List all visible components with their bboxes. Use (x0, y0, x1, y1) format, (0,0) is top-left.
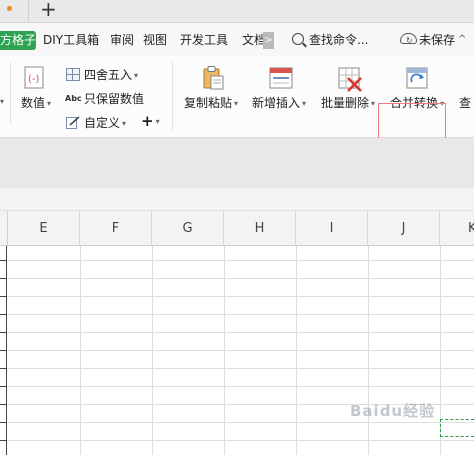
tab-diy-toolbox[interactable]: DIY工具箱 (43, 32, 99, 48)
cell-border (0, 422, 7, 423)
caret-icon: ▾ (0, 97, 5, 106)
round-label: 四舍五入 (84, 68, 133, 82)
caret-icon: ▾ (234, 98, 239, 108)
cell-border (0, 440, 7, 441)
tab-developer-tools[interactable]: 开发工具 (180, 32, 228, 48)
column-header-i[interactable]: I (296, 211, 368, 246)
caret-icon: ▾ (134, 70, 139, 80)
cell-border (0, 368, 7, 369)
insert-button[interactable]: 新增插入 ▾ (252, 95, 306, 112)
custom-edit-icon (66, 116, 80, 129)
copy-paste-button[interactable]: 复制粘贴 ▾ (184, 95, 238, 112)
save-status[interactable]: 未保存 (419, 32, 455, 48)
more-tabs-button[interactable]: > (263, 32, 274, 49)
gridline (0, 314, 474, 315)
tab-strip: + (0, 0, 474, 23)
batch-delete-button[interactable]: 批量删除 ▾ (321, 95, 375, 112)
tab-view[interactable]: 视图 (143, 32, 167, 48)
gridline (0, 278, 474, 279)
caret-icon: ▾ (155, 116, 160, 126)
tab-divider (28, 0, 29, 22)
ribbon-divider (172, 62, 173, 130)
unsaved-dot-icon (7, 6, 12, 11)
gridline (0, 260, 474, 261)
batch-delete-label: 批量删除 (321, 96, 370, 110)
tab-document[interactable]: 文档 (242, 32, 263, 48)
column-header-g[interactable]: G (152, 211, 224, 246)
cell-border (0, 386, 7, 387)
insert-icon[interactable] (268, 66, 294, 90)
custom-button[interactable]: 自定义 ▾ (84, 115, 126, 132)
search-icon[interactable] (292, 33, 304, 45)
cell-border (0, 350, 7, 351)
insert-label: 新增插入 (252, 96, 301, 110)
cell-border (0, 278, 7, 279)
cell-border (0, 314, 7, 315)
number-button[interactable]: 数值 ▾ (21, 95, 51, 112)
abc-icon: Abc (65, 94, 82, 103)
tab-fanggezi[interactable]: 方格子 (0, 31, 36, 50)
gridline (0, 296, 474, 297)
collapse-ribbon-button[interactable]: ^ (458, 32, 466, 48)
ribbon-divider (10, 62, 11, 124)
caret-icon: ▾ (122, 118, 127, 128)
column-header-j[interactable]: J (368, 211, 440, 246)
caret-icon: ▾ (47, 98, 52, 108)
merge-convert-icon[interactable] (405, 66, 429, 90)
plus-icon: + (141, 112, 154, 130)
round-icon (66, 68, 80, 81)
number-label: 数值 (21, 96, 46, 110)
column-header-f[interactable]: F (80, 211, 152, 246)
gridline (0, 422, 474, 423)
formula-bar[interactable] (0, 188, 474, 211)
add-button[interactable]: + ▾ (141, 113, 160, 130)
tab-review[interactable]: 审阅 (110, 32, 134, 48)
cell-border (0, 296, 7, 297)
svg-text:(-): (-) (28, 74, 40, 85)
number-icon[interactable]: (-) (22, 66, 48, 90)
copy-selection-marquee (440, 419, 474, 437)
column-header-k[interactable]: K (440, 211, 474, 246)
column-header-e[interactable]: E (8, 211, 80, 246)
row-header-corner (0, 211, 8, 246)
copy-paste-label: 复制粘贴 (184, 96, 233, 110)
keep-values-button[interactable]: 只保留数值 (84, 91, 144, 107)
ribbon: ▾ (-) 数值 ▾ 四舍五入 ▾ Abc 只保留数值 自定义 ▾ + ▾ 复制… (0, 56, 474, 183)
gridline (0, 332, 474, 333)
toolbar-band (0, 138, 474, 188)
cell-border (0, 404, 7, 405)
gridline (0, 440, 474, 441)
partial-ribbon-button[interactable]: 查 (459, 95, 471, 111)
caret-icon: ▾ (302, 98, 307, 108)
cell-border (0, 260, 7, 261)
command-search[interactable]: 查找命令... (309, 32, 368, 48)
round-button[interactable]: 四舍五入 ▾ (84, 67, 138, 84)
tab-fanggezi-label: 方格子 (0, 33, 37, 47)
column-header-h[interactable]: H (224, 211, 296, 246)
cell-border (0, 332, 7, 333)
cloud-sync-arrow-icon: ↻ (406, 36, 413, 45)
batch-delete-icon[interactable] (337, 66, 363, 92)
new-tab-button[interactable]: + (40, 0, 57, 20)
gridline (0, 368, 474, 369)
caret-icon: ▾ (371, 98, 376, 108)
menu-bar: 方格子 DIY工具箱 审阅 视图 开发工具 文档 > 查找命令... ↻ 未保存… (0, 23, 474, 56)
custom-label: 自定义 (84, 116, 121, 130)
paste-icon[interactable] (201, 65, 225, 91)
watermark: Baidu经验 (350, 402, 436, 420)
gridline (0, 386, 474, 387)
gridline (0, 350, 474, 351)
